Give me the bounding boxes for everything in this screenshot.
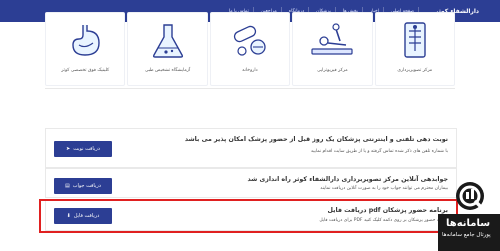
- stomach-icon: [72, 25, 100, 56]
- logo-subtitle: پورتال جامع سامانه‌ها: [440, 232, 493, 238]
- flask-icon: [152, 24, 183, 58]
- services-row: مرکز تصویربرداری مرکز فیزیوتراپی داروخان…: [44, 12, 455, 86]
- service-card-lab[interactable]: آزمایشگاه تشخیص طبی: [127, 12, 208, 86]
- service-card-physio[interactable]: مرکز فیزیوتراپی: [292, 12, 373, 86]
- service-label: مرکز تصویربرداری: [397, 68, 433, 73]
- service-card-pharmacy[interactable]: داروخانه: [209, 12, 291, 86]
- service-label: آزمایشگاه تشخیص طبی: [144, 68, 191, 73]
- document-icon: ▤: [65, 183, 70, 189]
- panel-text: با شماره تلفن های ذکر شده تماس گرفته و ی…: [310, 149, 448, 154]
- service-label: داروخانه: [242, 68, 258, 73]
- service-label: کلینیک فوق تخصصی کوثر: [61, 68, 110, 73]
- appointment-panel: نوبت دهی تلفنی و اینترنتی پزشکان یک روز …: [45, 128, 457, 168]
- logo-title: سامانه‌ها: [444, 218, 493, 229]
- online-results-panel: جوابدهی آنلاین مرکز تصویربرداری دارالشفا…: [45, 168, 457, 198]
- get-appointment-button[interactable]: ➤ دریافت نوبت: [54, 141, 112, 157]
- service-label: مرکز فیزیوتراپی: [317, 68, 348, 73]
- highlight-box: [39, 199, 458, 233]
- samaneha-logo: [438, 182, 500, 251]
- physiotherapy-icon: [311, 23, 353, 55]
- xray-icon: [404, 22, 426, 58]
- panel-title: نوبت دهی تلفنی و اینترنتی پزشکان یک روز …: [184, 136, 448, 143]
- button-label: دریافت نوبت: [73, 146, 100, 152]
- send-icon: ➤: [66, 146, 71, 152]
- service-card-imaging[interactable]: مرکز تصویربرداری: [374, 12, 455, 86]
- service-card-clinic[interactable]: کلینیک فوق تخصصی کوثر: [44, 12, 126, 86]
- get-results-button[interactable]: ▤ دریافت جواب: [54, 178, 112, 194]
- pills-icon: [233, 25, 266, 56]
- divider: [45, 88, 455, 89]
- button-label: دریافت جواب: [72, 183, 101, 189]
